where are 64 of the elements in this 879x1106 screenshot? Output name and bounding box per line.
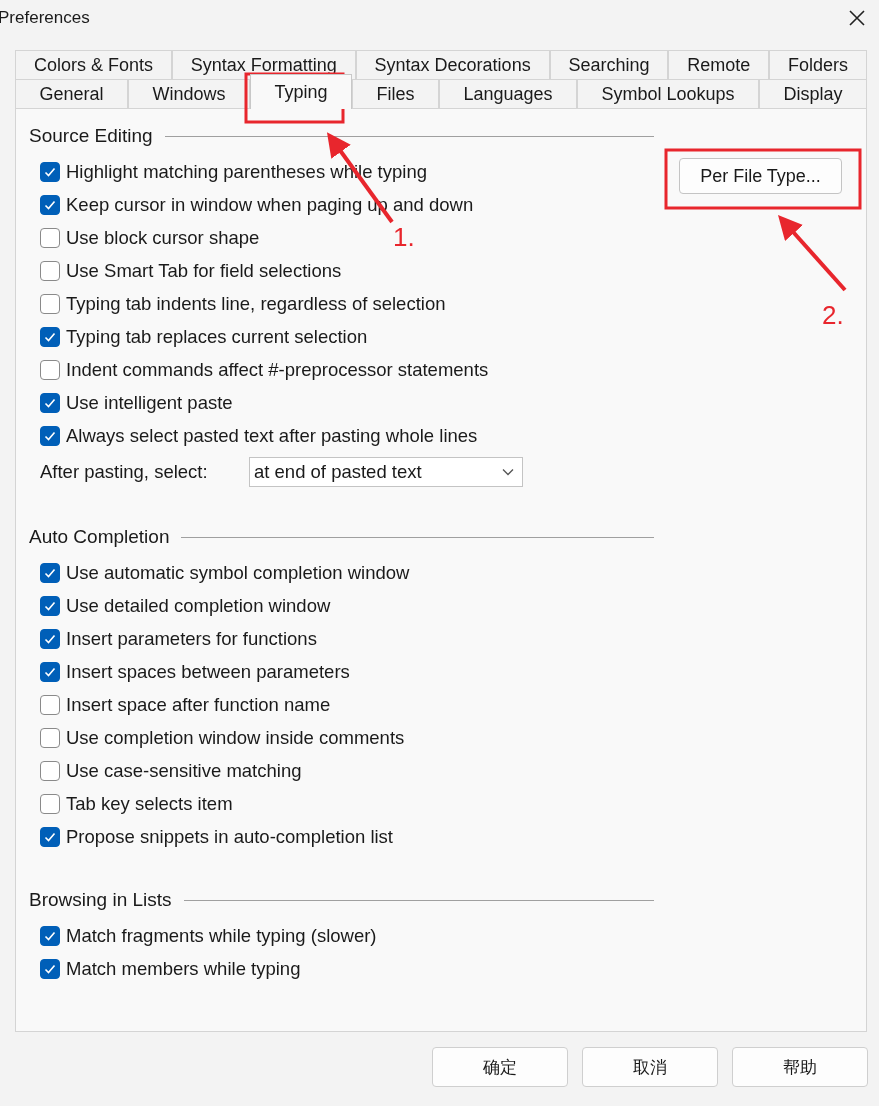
annotation-label: 1. bbox=[393, 222, 415, 252]
checkbox[interactable] bbox=[40, 326, 60, 347]
per-file-type-button[interactable]: Per File Type... bbox=[679, 158, 842, 194]
checkbox[interactable] bbox=[40, 227, 60, 248]
checkbox[interactable] bbox=[40, 595, 60, 616]
checkbox[interactable] bbox=[40, 727, 60, 748]
option-label: Tab key selects item bbox=[66, 792, 233, 815]
option-label: Always select pasted text after pasting whole lines bbox=[66, 424, 478, 447]
checkbox[interactable] bbox=[40, 760, 60, 781]
field-label: After pasting, select: bbox=[40, 461, 209, 483]
checkbox[interactable] bbox=[40, 392, 60, 413]
tab[interactable]: Symbol Lookups bbox=[577, 79, 760, 108]
tab[interactable]: Windows bbox=[128, 79, 250, 108]
checkbox[interactable] bbox=[40, 293, 60, 314]
dialog-button[interactable]: 取消 bbox=[582, 1047, 718, 1087]
checkbox[interactable] bbox=[40, 694, 60, 715]
option-label: Propose snippets in auto-completion list bbox=[66, 825, 393, 848]
dialog-button[interactable]: 帮助 bbox=[732, 1047, 868, 1087]
checkbox[interactable] bbox=[40, 958, 60, 979]
option-label: Indent commands affect #-preprocessor statements bbox=[66, 358, 489, 381]
group-heading: Browsing in Lists bbox=[29, 889, 172, 911]
group-heading: Source Editing bbox=[29, 125, 153, 147]
checkbox[interactable] bbox=[40, 425, 60, 446]
option-label: Use block cursor shape bbox=[66, 226, 260, 249]
option-label: Use detailed completion window bbox=[66, 594, 331, 617]
checkbox[interactable] bbox=[40, 925, 60, 946]
option-label: Match fragments while typing (slower) bbox=[66, 924, 377, 947]
option-label: Use completion window inside comments bbox=[66, 726, 405, 749]
option-label: Use case-sensitive matching bbox=[66, 759, 302, 782]
option-label: Typing tab replaces current selection bbox=[66, 325, 368, 348]
checkbox[interactable] bbox=[40, 194, 60, 215]
tab[interactable]: Folders bbox=[769, 50, 867, 79]
tab[interactable]: General bbox=[15, 79, 128, 108]
dialog-button[interactable]: 确定 bbox=[432, 1047, 568, 1087]
option-label: Use intelligent paste bbox=[66, 391, 233, 414]
tab[interactable]: Colors & Fonts bbox=[15, 50, 172, 79]
close-icon[interactable] bbox=[847, 8, 867, 28]
option-label: Use Smart Tab for field selections bbox=[66, 259, 342, 282]
tab[interactable]: Searching bbox=[549, 50, 669, 79]
option-label: Insert parameters for functions bbox=[66, 627, 317, 650]
tab[interactable]: Display bbox=[759, 79, 867, 108]
checkbox[interactable] bbox=[40, 161, 60, 182]
tab[interactable]: Languages bbox=[438, 79, 577, 108]
checkbox[interactable] bbox=[40, 359, 60, 380]
group-heading: Auto Completion bbox=[29, 526, 170, 548]
tab[interactable]: Typing bbox=[250, 74, 352, 109]
checkbox[interactable] bbox=[40, 661, 60, 682]
checkbox[interactable] bbox=[40, 793, 60, 814]
window-title: Preferences bbox=[0, 8, 90, 28]
option-label: Insert space after function name bbox=[66, 693, 331, 716]
checkbox[interactable] bbox=[40, 628, 60, 649]
checkbox[interactable] bbox=[40, 562, 60, 583]
checkbox[interactable] bbox=[40, 260, 60, 281]
option-label: Typing tab indents line, regardless of selection bbox=[66, 292, 446, 315]
annotation-label: 2. bbox=[822, 300, 844, 330]
option-label: Use automatic symbol completion window bbox=[66, 561, 410, 584]
tab[interactable]: Files bbox=[352, 79, 439, 108]
dropdown[interactable]: at end of pasted text bbox=[249, 457, 523, 487]
option-label: Insert spaces between parameters bbox=[66, 660, 350, 683]
option-label: Match members while typing bbox=[66, 957, 301, 980]
tab[interactable]: Syntax Decorations bbox=[355, 50, 550, 79]
chevron-icon bbox=[502, 468, 514, 476]
tab[interactable]: Remote bbox=[668, 50, 770, 79]
checkbox[interactable] bbox=[40, 826, 60, 847]
